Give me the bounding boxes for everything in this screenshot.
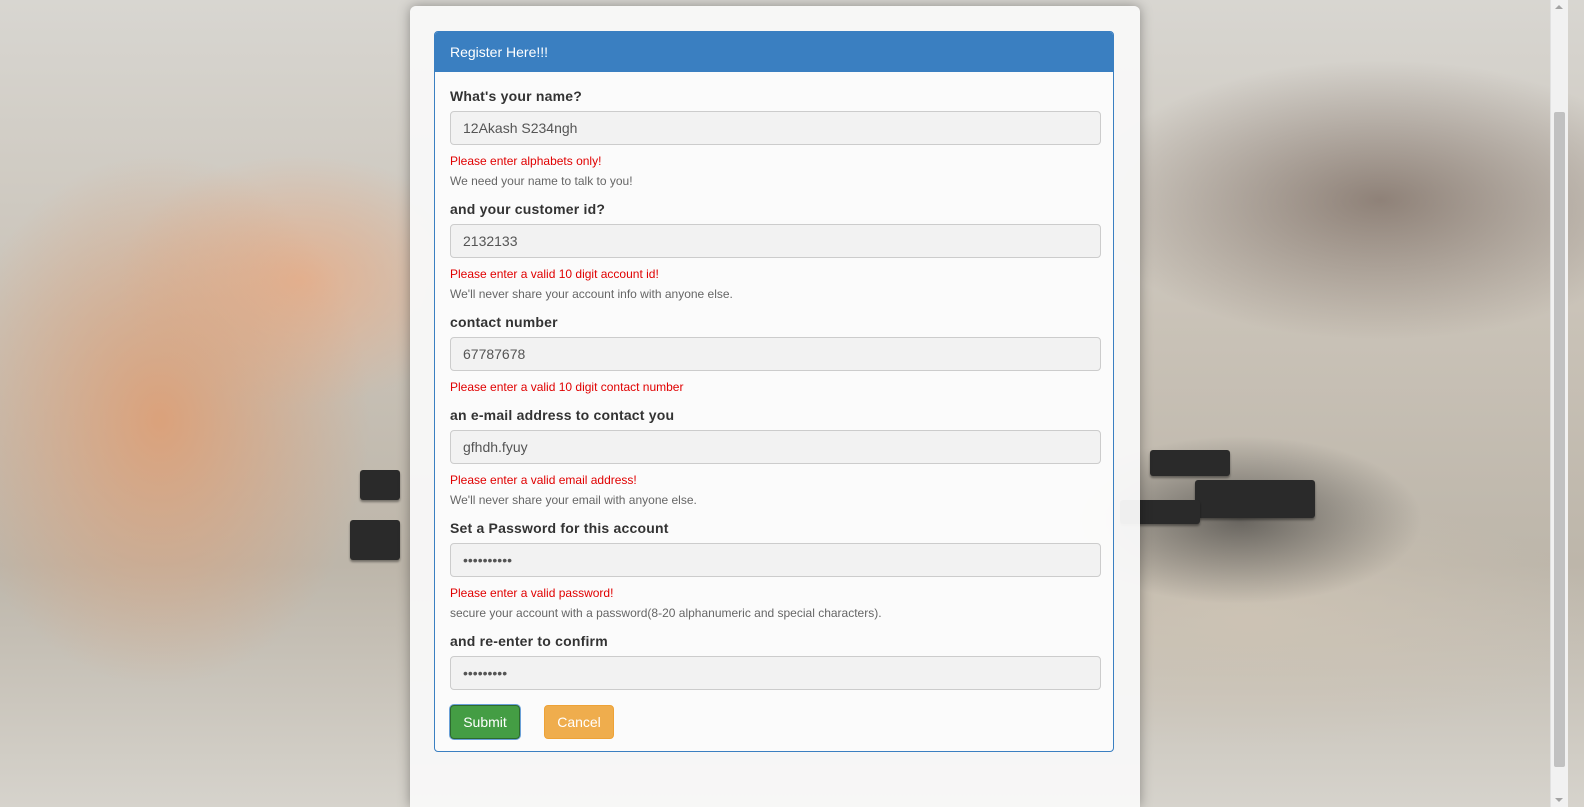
password-group: Set a Password for this account Please e… xyxy=(450,520,1101,633)
keyboard-key xyxy=(350,520,400,560)
panel-title: Register Here!!! xyxy=(435,32,1113,72)
name-input[interactable] xyxy=(450,111,1101,145)
password-label: Set a Password for this account xyxy=(450,520,669,536)
password-error: Please enter a valid password! xyxy=(450,586,614,600)
customer-id-help: We'll never share your account info with… xyxy=(450,287,733,301)
password-help: secure your account with a password(8-20… xyxy=(450,606,882,620)
email-input[interactable] xyxy=(450,430,1101,464)
confirm-label: and re-enter to confirm xyxy=(450,633,608,649)
customer-id-label: and your customer id? xyxy=(450,201,606,217)
email-error: Please enter a valid email address! xyxy=(450,473,637,487)
register-panel: Register Here!!! What's your name? Pleas… xyxy=(434,31,1114,752)
email-group: an e-mail address to contact you Please … xyxy=(450,407,1101,520)
password-input[interactable] xyxy=(450,543,1101,577)
email-label: an e-mail address to contact you xyxy=(450,407,675,423)
submit-button[interactable]: Submit xyxy=(450,705,520,739)
scroll-thumb[interactable] xyxy=(1554,112,1565,767)
contact-error: Please enter a valid 10 digit contact nu… xyxy=(450,380,684,394)
form-actions: Submit Cancel xyxy=(450,705,614,739)
keyboard-key xyxy=(1150,450,1230,476)
cancel-button[interactable]: Cancel xyxy=(544,705,614,739)
email-help: We'll never share your email with anyone… xyxy=(450,493,697,507)
name-label: What's your name? xyxy=(450,88,582,104)
scroll-up-arrow-icon[interactable] xyxy=(1555,5,1563,9)
contact-group: contact number Please enter a valid 10 d… xyxy=(450,314,1101,407)
keyboard-key xyxy=(1195,480,1315,518)
name-error: Please enter alphabets only! xyxy=(450,154,602,168)
contact-input[interactable] xyxy=(450,337,1101,371)
confirm-group: and re-enter to confirm xyxy=(450,633,1101,690)
form-body: What's your name? Please enter alphabets… xyxy=(435,72,1113,690)
customer-id-error: Please enter a valid 10 digit account id… xyxy=(450,267,659,281)
contact-label: contact number xyxy=(450,314,558,330)
name-help: We need your name to talk to you! xyxy=(450,174,633,188)
keyboard-key xyxy=(360,470,400,500)
name-group: What's your name? Please enter alphabets… xyxy=(450,88,1101,201)
confirm-password-input[interactable] xyxy=(450,656,1101,690)
customer-id-input[interactable] xyxy=(450,224,1101,258)
customer-id-group: and your customer id? Please enter a val… xyxy=(450,201,1101,314)
form-card: Register Here!!! What's your name? Pleas… xyxy=(410,6,1140,807)
scroll-down-arrow-icon[interactable] xyxy=(1555,798,1563,802)
page-scrollbar[interactable] xyxy=(1550,0,1568,807)
